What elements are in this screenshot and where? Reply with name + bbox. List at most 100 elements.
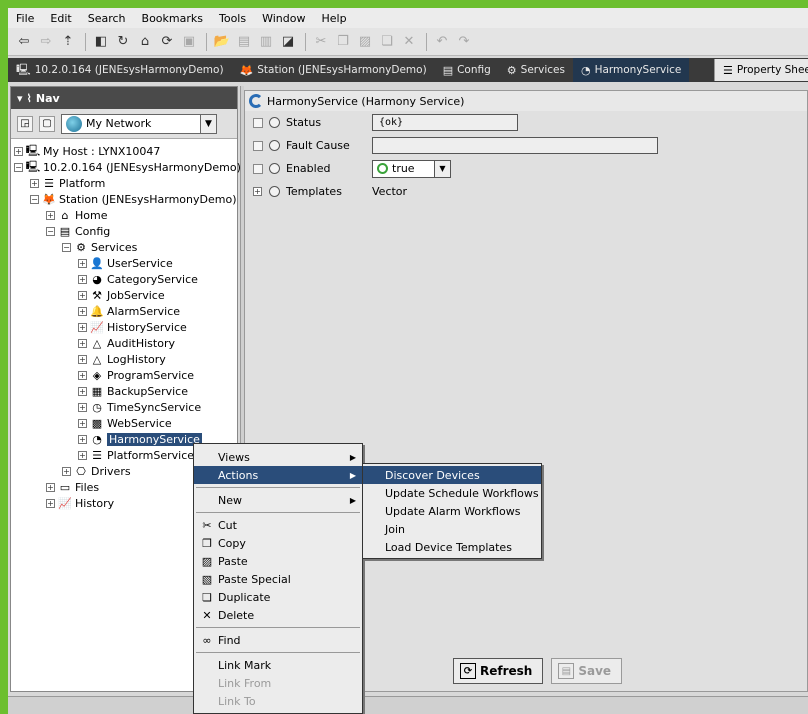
expand-icon[interactable]: + <box>78 402 87 412</box>
chevron-down-icon[interactable]: ▼ <box>200 114 216 133</box>
menu-edit[interactable]: Edit <box>50 12 71 25</box>
tree-node-timesyncservice[interactable]: + ◷ TimeSyncService <box>78 399 201 415</box>
tree-node-historyservice[interactable]: + 📈 HistoryService <box>78 319 187 335</box>
tree-node-files[interactable]: + ▭ Files <box>46 479 99 495</box>
save-all-icon[interactable]: ▥ <box>256 32 276 52</box>
expand-icon[interactable]: + <box>78 338 87 348</box>
expand-icon[interactable]: + <box>78 434 87 444</box>
expand-icon[interactable]: + <box>46 210 55 220</box>
tree-node-platform[interactable]: + ☰ Platform <box>30 175 105 191</box>
tree-node-drivers[interactable]: + ⎔ Drivers <box>62 463 131 479</box>
menu-tools[interactable]: Tools <box>219 12 246 25</box>
redo-icon[interactable]: ↷ <box>454 32 474 52</box>
enabled-select[interactable]: true ▼ <box>372 159 451 178</box>
locator-services[interactable]: ⚙ Services <box>499 58 573 82</box>
menu-item-link-from[interactable]: Link From <box>194 674 362 692</box>
tree-node-home[interactable]: + ⌂ Home <box>46 207 107 223</box>
menu-item-link-mark[interactable]: Link Mark <box>194 656 362 674</box>
row-select-box[interactable] <box>253 117 263 128</box>
undo-icon[interactable]: ↶ <box>432 32 452 52</box>
menu-file[interactable]: File <box>16 12 34 25</box>
collapse-icon[interactable]: − <box>14 162 23 172</box>
expand-icon[interactable]: + <box>78 418 87 428</box>
tree-node-categoryservice[interactable]: + ◕ CategoryService <box>78 271 198 287</box>
menu-item-duplicate[interactable]: ❏ Duplicate <box>194 588 362 606</box>
expand-icon[interactable]: + <box>46 482 55 492</box>
locator-harmony-service[interactable]: ◔ HarmonyService <box>572 58 690 82</box>
collapse-icon[interactable]: ▾ <box>17 92 23 105</box>
open-folder-icon[interactable]: 📂 <box>212 32 232 52</box>
expand-icon[interactable]: + <box>78 370 87 380</box>
forward-icon[interactable]: ⇨ <box>36 32 56 52</box>
menu-item-delete[interactable]: ✕ Delete <box>194 606 362 624</box>
tree-node-userservice[interactable]: + 👤 UserService <box>78 255 173 271</box>
refresh-icon[interactable]: ↻ <box>113 32 133 52</box>
side-bar-icon[interactable]: ◧ <box>91 32 111 52</box>
menu-item-find[interactable]: ∞ Find <box>194 631 362 649</box>
expand-icon[interactable]: + <box>46 498 55 508</box>
tree-node-history[interactable]: + 📈 History <box>46 495 114 511</box>
row-select-box[interactable] <box>253 163 263 174</box>
tree-node-audithistory[interactable]: + △ AuditHistory <box>78 335 175 351</box>
tree-node-backupservice[interactable]: + ▦ BackupService <box>78 383 188 399</box>
copy-icon[interactable]: ❐ <box>333 32 353 52</box>
up-level-icon[interactable]: ⇡ <box>58 32 78 52</box>
menu-item-copy[interactable]: ❐ Copy <box>194 534 362 552</box>
save-button[interactable]: ▤ Save <box>551 658 623 684</box>
tree-node-station-jenesysharmonydemo[interactable]: − 🦊 Station (JENEsysHarmonyDemo) <box>30 191 236 207</box>
paste-icon[interactable]: ▨ <box>355 32 375 52</box>
cut-icon[interactable]: ✂ <box>311 32 331 52</box>
menu-search[interactable]: Search <box>88 12 126 25</box>
close-tree-icon[interactable]: ▢ <box>39 115 55 132</box>
tree-node-config[interactable]: − ▤ Config <box>46 223 110 239</box>
menu-item-actions[interactable]: Actions ▶ <box>194 466 362 484</box>
tree-node-services[interactable]: − ⚙ Services <box>62 239 137 255</box>
tree-node-loghistory[interactable]: + △ LogHistory <box>78 351 166 367</box>
expand-icon[interactable]: + <box>78 354 87 364</box>
menu-item-link-to[interactable]: Link To <box>194 692 362 710</box>
new-tree-icon[interactable]: ◲ <box>17 115 33 132</box>
tree-node-platformservices[interactable]: + ☰ PlatformServices <box>78 447 200 463</box>
save-icon[interactable]: ▤ <box>234 32 254 52</box>
tree-node-jobservice[interactable]: + ⚒ JobService <box>78 287 165 303</box>
expand-icon[interactable]: + <box>78 274 87 284</box>
menu-help[interactable]: Help <box>321 12 346 25</box>
action-update-schedule-workflows[interactable]: Update Schedule Workflows <box>363 484 541 502</box>
menu-window[interactable]: Window <box>262 12 305 25</box>
home-icon[interactable]: ⌂ <box>135 32 155 52</box>
tree-node-programservice[interactable]: + ◈ ProgramService <box>78 367 194 383</box>
tree-node-alarmservice[interactable]: + 🔔 AlarmService <box>78 303 180 319</box>
collapse-icon[interactable]: − <box>46 226 55 236</box>
expand-icon[interactable]: + <box>30 178 39 188</box>
action-update-alarm-workflows[interactable]: Update Alarm Workflows <box>363 502 541 520</box>
collapse-icon[interactable]: − <box>30 194 39 204</box>
menu-bookmarks[interactable]: Bookmarks <box>142 12 203 25</box>
locator-host[interactable]: 🖳 10.2.0.164 (JENEsysHarmonyDemo) <box>8 58 232 82</box>
chevron-down-icon[interactable]: ▼ <box>434 160 450 177</box>
expand-icon[interactable]: + <box>78 258 87 268</box>
view-selector[interactable]: ☰ Property Sheet <box>714 59 808 81</box>
action-discover-devices[interactable]: Discover Devices <box>363 466 541 484</box>
locator-config[interactable]: ▤ Config <box>435 58 499 82</box>
expand-icon[interactable]: + <box>14 146 23 156</box>
expand-icon[interactable]: + <box>78 306 87 316</box>
expand-icon[interactable]: + <box>78 386 87 396</box>
refresh-button[interactable]: ⟳ Refresh <box>453 658 544 684</box>
bookmark-icon[interactable]: ◪ <box>278 32 298 52</box>
expand-icon[interactable]: + <box>78 290 87 300</box>
back-icon[interactable]: ⇦ <box>14 32 34 52</box>
reload-icon[interactable]: ⟳ <box>157 32 177 52</box>
locator-station[interactable]: 🦊 Station (JENEsysHarmonyDemo) <box>232 58 435 82</box>
network-select[interactable]: My Network ▼ <box>61 113 217 134</box>
menu-item-new[interactable]: New ▶ <box>194 491 362 509</box>
duplicate-icon[interactable]: ❏ <box>377 32 397 52</box>
expand-icon[interactable]: + <box>253 187 262 196</box>
action-load-device-templates[interactable]: Load Device Templates <box>363 538 541 556</box>
menu-item-cut[interactable]: ✂ Cut <box>194 516 362 534</box>
menu-item-paste-special[interactable]: ▧ Paste Special <box>194 570 362 588</box>
menu-item-paste[interactable]: ▨ Paste <box>194 552 362 570</box>
delete-icon[interactable]: ✕ <box>399 32 419 52</box>
tree-node-10-2-0-164-jenesysharmonydemo[interactable]: − 🖳 10.2.0.164 (JENEsysHarmonyDemo) <box>14 159 241 175</box>
spy-icon[interactable]: ▣ <box>179 32 199 52</box>
action-join[interactable]: Join <box>363 520 541 538</box>
